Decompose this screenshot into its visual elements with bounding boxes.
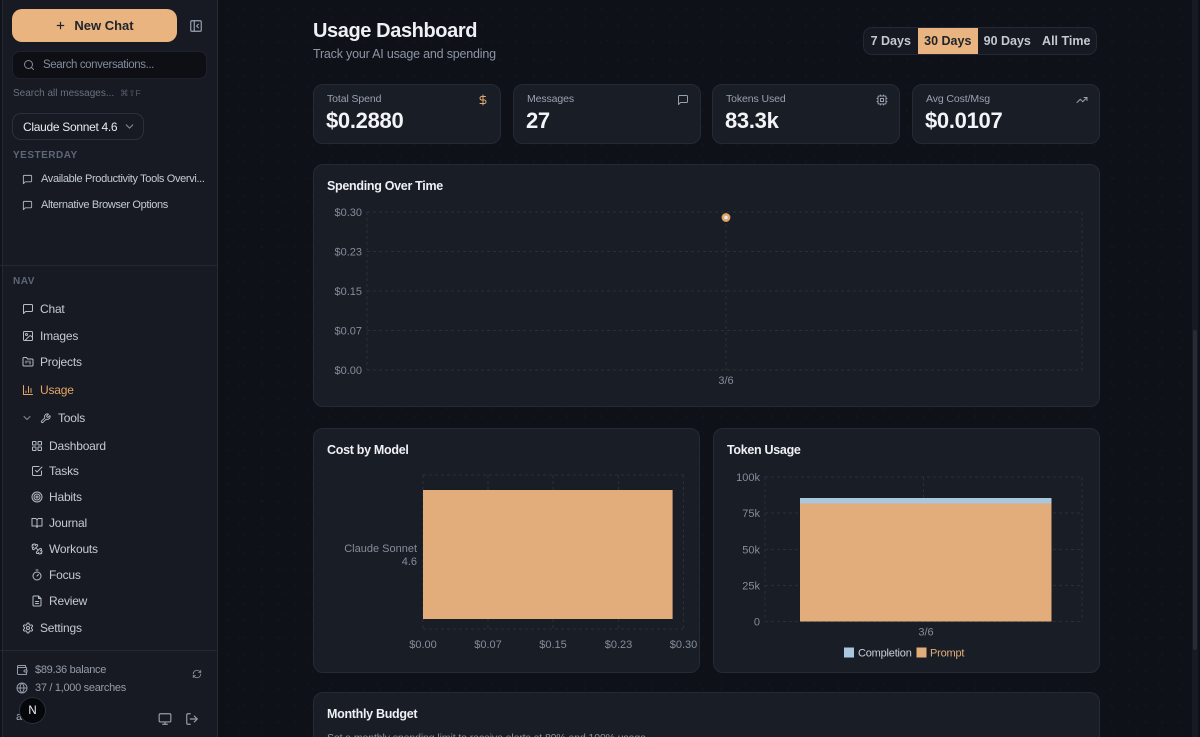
svg-text:$0.30: $0.30 <box>670 639 698 651</box>
svg-text:0: 0 <box>754 617 760 629</box>
svg-text:3/6: 3/6 <box>918 627 933 639</box>
svg-text:$0.00: $0.00 <box>334 365 362 377</box>
svg-text:$0.23: $0.23 <box>605 639 633 651</box>
svg-text:Claude Sonnet: Claude Sonnet <box>344 543 417 555</box>
svg-text:$0.00: $0.00 <box>409 639 437 651</box>
svg-text:$0.15: $0.15 <box>539 639 567 651</box>
svg-text:Completion: Completion <box>858 648 912 660</box>
svg-text:75k: 75k <box>742 508 760 520</box>
svg-text:50k: 50k <box>742 545 760 557</box>
svg-text:$0.07: $0.07 <box>474 639 502 651</box>
svg-text:$0.30: $0.30 <box>334 207 362 219</box>
svg-text:$0.23: $0.23 <box>334 247 362 259</box>
svg-text:$0.07: $0.07 <box>334 326 362 338</box>
svg-text:3/6: 3/6 <box>718 375 733 387</box>
svg-text:4.6: 4.6 <box>402 556 417 568</box>
svg-text:$0.15: $0.15 <box>334 286 362 298</box>
svg-text:25k: 25k <box>742 581 760 593</box>
svg-text:Prompt: Prompt <box>930 648 964 660</box>
svg-text:100k: 100k <box>736 472 760 484</box>
